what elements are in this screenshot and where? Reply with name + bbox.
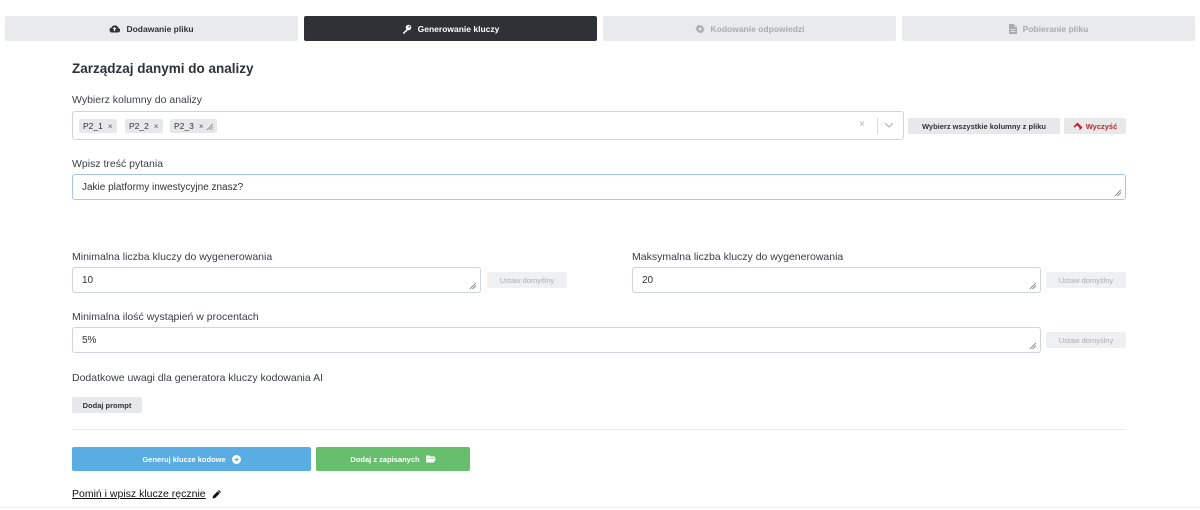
key-icon <box>402 24 411 34</box>
tag-remove-icon[interactable]: × <box>199 122 204 131</box>
tag-remove-icon[interactable]: × <box>154 122 159 131</box>
columns-multiselect[interactable]: P2_1 × P2_2 × P2_3 × × <box>72 111 904 140</box>
eraser-icon <box>1073 122 1083 130</box>
max-keys-input[interactable]: 20 <box>632 267 1041 293</box>
step-label: Pobieranie pliku <box>1022 23 1089 34</box>
step-label: Generowanie kluczy <box>417 23 500 34</box>
resize-grip-icon[interactable] <box>469 282 476 289</box>
skip-label: Pomiń i wpisz klucze ręcznie <box>72 488 206 500</box>
step-key-generation[interactable]: Generowanie kluczy <box>304 16 597 41</box>
page-title: Zarządzaj danymi do analizy <box>72 61 254 76</box>
folder-open-icon <box>425 455 436 463</box>
min-keys-default-button[interactable]: Ustaw domyślny <box>487 272 567 288</box>
step-file-download[interactable]: Pobieranie pliku <box>902 16 1195 41</box>
column-tag: P2_2 × <box>125 119 163 133</box>
resize-grip-icon[interactable] <box>1029 342 1036 349</box>
tag-remove-icon[interactable]: × <box>108 122 113 131</box>
min-occurrence-input[interactable]: 5% <box>72 327 1041 353</box>
skip-manual-keys-link[interactable]: Pomiń i wpisz klucze ręcznie <box>72 488 222 500</box>
cloud-upload-icon <box>109 25 121 33</box>
gear-icon <box>694 24 705 33</box>
min-keys-value: 10 <box>82 275 94 286</box>
resize-grip-icon[interactable] <box>1029 282 1036 289</box>
chevron-down-icon[interactable] <box>884 121 894 129</box>
min-keys-label: Minimalna liczba kluczy do wygenerowania <box>72 251 273 263</box>
add-from-saved-button[interactable]: Dodaj z zapisanych <box>316 447 470 471</box>
tag-label: P2_2 <box>129 121 149 131</box>
clear-selection-icon[interactable]: × <box>859 119 865 130</box>
min-occurrence-value: 5% <box>82 335 97 346</box>
question-label: Wpisz treść pytania <box>72 158 164 170</box>
steps-bar: Dodawanie pliku Generowanie kluczy Kodow… <box>5 16 1195 41</box>
step-label: Dodawanie pliku <box>126 23 194 34</box>
min-occurrence-label: Minimalna ilość wystąpień w procentach <box>72 311 259 323</box>
multiselect-separator <box>877 118 878 134</box>
divider <box>72 429 1126 430</box>
resize-grip-icon <box>206 123 213 130</box>
add-prompt-button[interactable]: Dodaj prompt <box>72 397 142 413</box>
footer-divider <box>0 507 1200 508</box>
remarks-label: Dodatkowe uwagi dla generatora kluczy ko… <box>72 372 323 384</box>
max-keys-default-button[interactable]: Ustaw domyślny <box>1046 272 1126 288</box>
pencil-icon <box>212 489 221 498</box>
step-response-coding[interactable]: Kodowanie odpowiedzi <box>603 16 896 41</box>
generate-keys-label: Generuj klucze kodowe <box>142 454 226 464</box>
step-file-upload[interactable]: Dodawanie pliku <box>5 16 298 41</box>
arrow-circle-right-icon <box>231 454 241 464</box>
resize-grip-icon[interactable] <box>1114 189 1121 196</box>
max-keys-value: 20 <box>642 275 654 286</box>
column-tag: P2_1 × <box>79 119 117 133</box>
question-value: Jakie platformy inwestycyjne znasz? <box>82 182 244 193</box>
select-all-columns-button[interactable]: Wybierz wszystkie kolumny z pliku <box>908 118 1060 134</box>
step-label: Kodowanie odpowiedzi <box>710 23 805 34</box>
question-textarea[interactable]: Jakie platformy inwestycyjne znasz? <box>72 174 1126 200</box>
add-from-saved-label: Dodaj z zapisanych <box>350 454 420 464</box>
clear-button[interactable]: Wyczyść <box>1064 118 1126 134</box>
file-icon <box>1008 23 1017 34</box>
tag-label: P2_3 <box>174 121 194 131</box>
columns-label: Wybierz kolumny do analizy <box>72 94 203 106</box>
max-keys-label: Maksymalna liczba kluczy do wygenerowani… <box>632 251 844 263</box>
column-tag: P2_3 × <box>170 119 217 133</box>
min-keys-input[interactable]: 10 <box>72 267 481 293</box>
min-occurrence-default-button[interactable]: Ustaw domyślny <box>1046 332 1126 348</box>
tag-label: P2_1 <box>83 121 103 131</box>
clear-label: Wyczyść <box>1085 121 1118 131</box>
generate-keys-button[interactable]: Generuj klucze kodowe <box>72 447 311 471</box>
